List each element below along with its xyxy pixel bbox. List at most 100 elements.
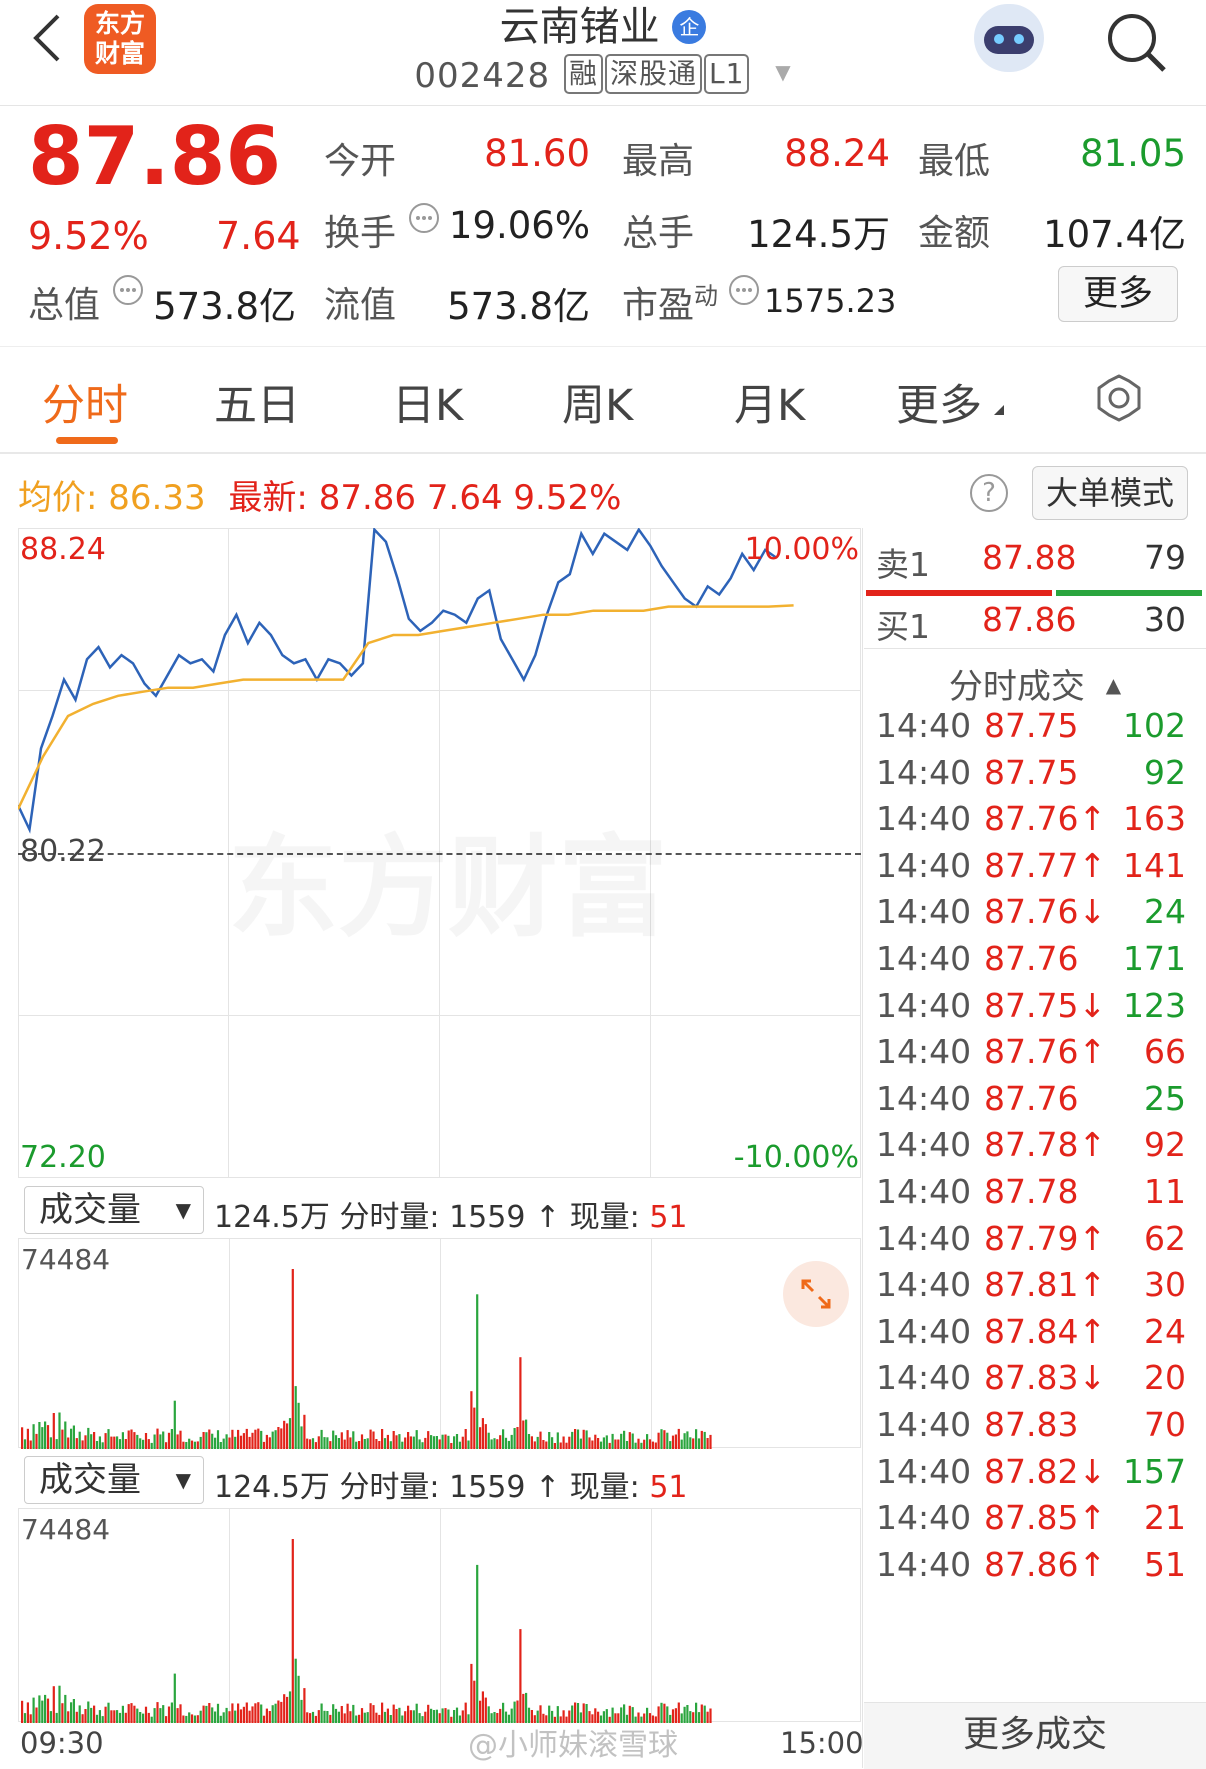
trade-time: 14:40 bbox=[876, 706, 972, 745]
volume-bar bbox=[219, 1442, 222, 1449]
volume-bar bbox=[332, 1430, 335, 1449]
trade-row: 14:40 87.78↑ 92 bbox=[876, 1125, 1192, 1177]
volume-chart-2[interactable]: 74484 bbox=[18, 1508, 861, 1723]
volume-bar bbox=[646, 1434, 649, 1449]
volume-bar bbox=[113, 1436, 116, 1449]
volume-bar bbox=[90, 1707, 93, 1723]
intraday-info-bar: 均价: 86.33 最新: 87.86 7.64 9.52% bbox=[18, 470, 621, 518]
tab-daily-k[interactable]: 日K bbox=[392, 371, 463, 433]
trade-volume: 11 bbox=[1144, 1172, 1186, 1211]
volume-chart-1[interactable]: 74484 bbox=[18, 1238, 861, 1449]
volume-bar bbox=[254, 1703, 257, 1723]
volume-bar bbox=[162, 1705, 165, 1723]
volume-bar bbox=[470, 1391, 473, 1449]
volume-bar bbox=[144, 1706, 148, 1723]
trade-price: 87.76 bbox=[984, 1078, 1079, 1118]
search-icon[interactable] bbox=[1104, 10, 1170, 76]
intraday-price-chart[interactable]: 东方财富 88.24 10.00% 80.22 72.20 -10.00% bbox=[18, 528, 861, 1178]
volume-max-label: 74484 bbox=[21, 1243, 111, 1276]
trade-time: 14:40 bbox=[876, 1078, 972, 1118]
volume-bar bbox=[510, 1434, 513, 1449]
volume-bar bbox=[78, 1705, 81, 1723]
trade-volume: 92 bbox=[1144, 1125, 1186, 1165]
trade-volume: 66 bbox=[1144, 1032, 1186, 1072]
volume-bar bbox=[52, 1686, 55, 1723]
volume-bar bbox=[450, 1716, 453, 1723]
volume-bar bbox=[165, 1716, 168, 1723]
volume-bar bbox=[369, 1429, 372, 1449]
volume-value: 124.5万 bbox=[747, 213, 890, 256]
volume-bar bbox=[127, 1704, 130, 1723]
big-order-mode-button[interactable]: 大单模式 bbox=[1032, 466, 1188, 520]
volume-bar bbox=[139, 1712, 142, 1723]
volume-bar bbox=[211, 1433, 214, 1449]
change-percent: 9.52% bbox=[28, 214, 149, 258]
expand-icon[interactable] bbox=[783, 1261, 849, 1327]
trade-price: 87.76↓ bbox=[984, 892, 1107, 932]
tab-five-day[interactable]: 五日 bbox=[214, 371, 300, 433]
trade-price: 87.85↑ bbox=[984, 1498, 1107, 1538]
volume-bar bbox=[323, 1437, 326, 1449]
volume-bar bbox=[623, 1430, 626, 1449]
change-value: 7.64 bbox=[216, 214, 301, 258]
volume-bar bbox=[182, 1441, 185, 1449]
indicator-select[interactable]: 成交量 ▼ bbox=[24, 1456, 204, 1504]
chevron-down-icon[interactable]: ▼ bbox=[775, 60, 791, 84]
tab-intraday[interactable]: 分时 bbox=[42, 371, 128, 433]
volume-bar bbox=[72, 1425, 75, 1449]
volume-bar bbox=[404, 1437, 407, 1449]
volume-bar bbox=[479, 1427, 482, 1449]
volume-bar bbox=[61, 1429, 64, 1449]
volume-bar bbox=[326, 1437, 329, 1449]
settings-gear-icon[interactable] bbox=[1094, 373, 1144, 423]
volume-bar bbox=[288, 1691, 292, 1723]
indicator-select[interactable]: 成交量 ▼ bbox=[24, 1186, 204, 1234]
volume-bar bbox=[464, 1702, 467, 1723]
help-icon[interactable]: ? bbox=[970, 474, 1008, 512]
volume-bar bbox=[461, 1436, 464, 1449]
trades-header[interactable]: 分时成交 ▲ bbox=[864, 648, 1206, 707]
robot-assistant-icon[interactable] bbox=[974, 4, 1044, 72]
volume-bar bbox=[548, 1432, 551, 1449]
volume-bar bbox=[588, 1437, 591, 1449]
info-dots-icon[interactable] bbox=[408, 202, 442, 236]
current-price: 87.86 bbox=[28, 110, 282, 203]
volume-bar bbox=[591, 1440, 594, 1449]
volume-bar bbox=[441, 1708, 444, 1723]
volume-bar bbox=[239, 1709, 243, 1723]
volume-bar bbox=[343, 1439, 346, 1449]
volume-bar bbox=[608, 1442, 611, 1449]
y-max-label: 88.24 bbox=[20, 532, 106, 567]
trade-volume: 30 bbox=[1144, 1265, 1186, 1305]
more-button[interactable]: 更多 bbox=[1058, 266, 1178, 322]
avg-price-line bbox=[18, 604, 794, 810]
info-dots-icon[interactable] bbox=[728, 274, 762, 308]
volume-bar bbox=[274, 1430, 277, 1449]
volume-bar bbox=[75, 1711, 78, 1723]
volume-bar bbox=[706, 1711, 709, 1723]
volume-bar bbox=[136, 1434, 139, 1449]
avg-label: 均价: bbox=[18, 478, 98, 518]
volume-bar bbox=[199, 1710, 202, 1723]
volume-bar bbox=[67, 1437, 70, 1449]
volume-bar bbox=[49, 1711, 52, 1723]
tab-monthly-k[interactable]: 月K bbox=[734, 371, 805, 433]
volume-bar bbox=[228, 1437, 231, 1449]
trade-volume: 92 bbox=[1144, 752, 1186, 792]
volume-bar bbox=[634, 1442, 637, 1449]
period-tabs: 分时 五日 日K 周K 月K 更多 bbox=[0, 346, 1206, 454]
pe-label: 市盈动 bbox=[622, 282, 719, 326]
volume-bar bbox=[519, 1629, 522, 1723]
volume-bar bbox=[162, 1431, 165, 1449]
open-label: 今开 bbox=[324, 141, 397, 182]
trade-price: 87.76 bbox=[984, 939, 1079, 978]
tab-more[interactable]: 更多 bbox=[896, 371, 982, 433]
trade-price: 87.83 bbox=[984, 1405, 1079, 1444]
volume-bar bbox=[692, 1712, 695, 1723]
volume-bar bbox=[326, 1711, 329, 1723]
x-end-label: 15:00 bbox=[780, 1726, 864, 1760]
volume-bar bbox=[242, 1433, 245, 1449]
more-trades-button[interactable]: 更多成交 bbox=[864, 1702, 1206, 1769]
volume-bar bbox=[216, 1430, 220, 1449]
tab-weekly-k[interactable]: 周K bbox=[562, 371, 633, 433]
